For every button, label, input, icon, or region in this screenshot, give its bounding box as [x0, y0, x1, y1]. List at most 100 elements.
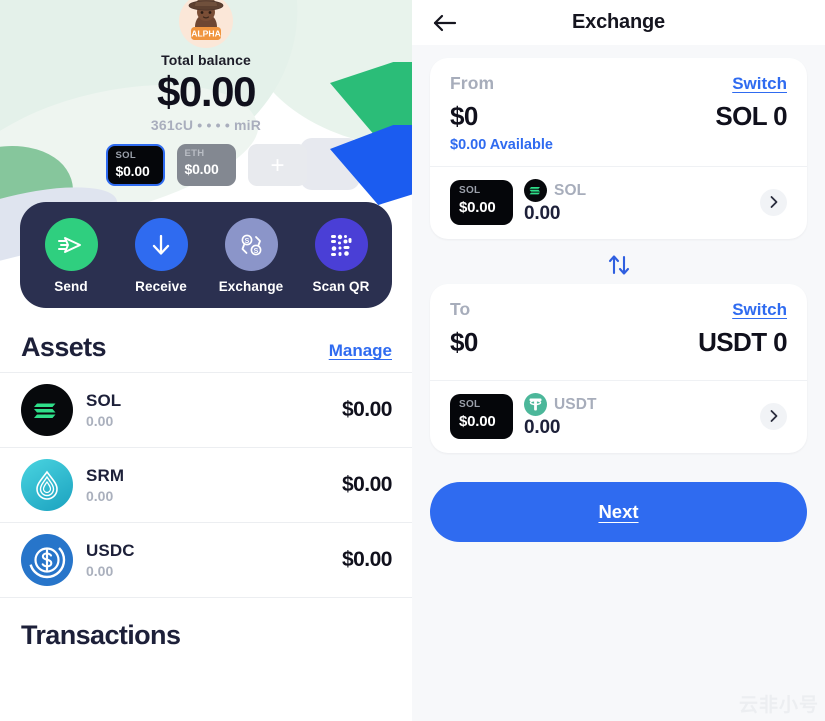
asset-row-srm[interactable]: SRM 0.00 $0.00: [0, 447, 412, 522]
asset-amount-usdc: 0.00: [86, 563, 114, 580]
to-token-chevron-button[interactable]: [760, 402, 787, 430]
token-chip-sol-symbol: SOL: [115, 150, 136, 162]
from-card-header: From Switch $0 SOL 0 $0.00 Available: [430, 58, 807, 166]
exchange-page-title: Exchange: [572, 11, 665, 33]
to-card: To Switch $0 USDT 0 SOL $0.00 USDT 0.00: [430, 284, 807, 453]
wallet-address[interactable]: 361cU • • • • miR: [0, 117, 412, 133]
to-wallet-chip-symbol: SOL: [459, 398, 481, 410]
action-send-label: Send: [54, 279, 88, 295]
from-switch-link[interactable]: Switch: [732, 74, 787, 94]
manage-assets-link[interactable]: Manage: [329, 341, 392, 361]
user-avatar-hat-icon: ALPHA: [179, 0, 233, 48]
asset-symbol-srm: SRM: [86, 466, 125, 486]
asset-meta-sol: SOL 0.00: [86, 391, 329, 429]
usdt-token-icon: [524, 393, 547, 416]
from-token-chevron-button[interactable]: [760, 188, 787, 216]
exchange-body: From Switch $0 SOL 0 $0.00 Available SOL…: [412, 58, 825, 542]
swap-direction-button[interactable]: [604, 250, 634, 280]
avatar[interactable]: ALPHA: [179, 0, 233, 48]
transactions-section-header: Transactions: [0, 597, 412, 657]
asset-meta-srm: SRM 0.00: [86, 466, 329, 504]
next-button-label: Next: [598, 501, 639, 522]
to-token-balance: 0.00: [524, 417, 561, 438]
receive-button[interactable]: [134, 218, 188, 272]
add-token-chip-button[interactable]: +: [247, 144, 307, 187]
to-token-info: USDT 0.00: [524, 393, 749, 439]
from-token-info: SOL 0.00: [524, 179, 749, 225]
next-button-container: Next: [430, 453, 807, 542]
exchange-button[interactable]: S S: [224, 218, 278, 272]
chevron-right-icon: [770, 196, 777, 208]
sol-token-icon: [21, 384, 73, 437]
to-token-amount[interactable]: USDT 0: [698, 327, 787, 358]
to-switch-link[interactable]: Switch: [732, 300, 787, 320]
token-chip-eth-value: $0.00: [184, 160, 219, 177]
from-card: From Switch $0 SOL 0 $0.00 Available SOL…: [430, 58, 807, 239]
action-send[interactable]: Send: [31, 218, 111, 294]
svg-text:S: S: [254, 248, 259, 255]
to-fiat-amount[interactable]: $0: [450, 327, 478, 358]
send-button[interactable]: [44, 218, 98, 272]
from-token-amount[interactable]: SOL 0: [715, 101, 787, 132]
action-scan-qr-label: Scan QR: [312, 279, 370, 295]
to-token-name: USDT: [554, 395, 597, 413]
from-token-selector[interactable]: SOL $0.00 SOL 0.00: [430, 167, 807, 239]
asset-meta-usdc: USDC 0.00: [86, 541, 329, 579]
exchange-panel: Exchange From Switch $0 SOL 0 $0.00 Avai…: [412, 0, 825, 721]
asset-fiat-sol: $0.00: [341, 398, 393, 422]
arrow-down-icon: [152, 234, 170, 255]
total-balance-label: Total balance: [161, 52, 251, 68]
asset-row-sol[interactable]: SOL 0.00 $0.00: [0, 372, 412, 447]
chevron-right-icon: [770, 410, 777, 422]
to-wallet-chip: SOL $0.00: [450, 393, 513, 439]
to-card-header: To Switch $0 USDT 0: [430, 284, 807, 380]
quick-actions-bar: Send Receive S S Exchange Scan QR: [20, 202, 392, 309]
total-balance-amount: $0.00: [156, 68, 257, 115]
usdc-token-icon: [21, 534, 73, 587]
token-chip-sol[interactable]: SOL $0.00: [105, 144, 165, 187]
token-chip-eth[interactable]: ETH $0.00: [176, 144, 236, 187]
exchange-swap-icon: S S: [241, 234, 262, 256]
transactions-title: Transactions: [21, 620, 181, 651]
back-button[interactable]: [430, 8, 460, 38]
asset-row-usdc[interactable]: USDC 0.00 $0.00: [0, 522, 412, 597]
avatar-container: ALPHA: [0, 0, 412, 48]
to-token-selector[interactable]: SOL $0.00 USDT 0.00: [430, 381, 807, 453]
from-fiat-amount[interactable]: $0: [450, 101, 478, 132]
action-exchange[interactable]: S S Exchange: [211, 218, 291, 294]
send-paper-plane-icon: [58, 236, 81, 253]
assets-title: Assets: [21, 332, 107, 363]
swap-vertical-arrows-icon: [608, 255, 629, 275]
asset-symbol-usdc: USDC: [86, 541, 135, 561]
asset-symbol-sol: SOL: [86, 391, 122, 411]
asset-fiat-usdc: $0.00: [341, 548, 393, 572]
from-wallet-chip-symbol: SOL: [459, 184, 481, 196]
swap-direction-container: [430, 239, 807, 284]
action-exchange-label: Exchange: [218, 279, 284, 295]
asset-fiat-srm: $0.00: [341, 473, 393, 497]
from-wallet-chip-value: $0.00: [459, 198, 496, 216]
from-wallet-chip: SOL $0.00: [450, 179, 513, 225]
token-chip-sol-value: $0.00: [115, 162, 150, 179]
token-chip-eth-symbol: ETH: [184, 148, 205, 160]
next-button[interactable]: Next: [430, 482, 807, 542]
exchange-topbar: Exchange: [412, 0, 825, 45]
scan-qr-button[interactable]: [314, 218, 368, 272]
from-token-balance: 0.00: [524, 203, 561, 224]
to-wallet-chip-value: $0.00: [459, 412, 496, 430]
plus-icon: +: [270, 151, 285, 179]
arrow-left-icon: [433, 14, 457, 31]
sol-token-icon: [524, 179, 547, 202]
watermark: 云非小号: [738, 695, 819, 716]
avatar-badge-label: ALPHA: [191, 28, 221, 38]
action-scan-qr[interactable]: Scan QR: [301, 218, 381, 294]
action-receive[interactable]: Receive: [121, 218, 201, 294]
asset-amount-sol: 0.00: [86, 413, 114, 430]
token-chips-row: SOL $0.00 ETH $0.00 +: [0, 144, 412, 187]
wallet-panel: ALPHA Total balance $0.00 361cU • • • • …: [0, 0, 412, 721]
app-root: ALPHA Total balance $0.00 361cU • • • • …: [0, 0, 825, 721]
srm-token-icon: [21, 459, 73, 512]
from-token-name: SOL: [554, 181, 587, 199]
to-direction-label: To: [450, 299, 471, 319]
assets-section-header: Assets Manage: [0, 308, 412, 372]
